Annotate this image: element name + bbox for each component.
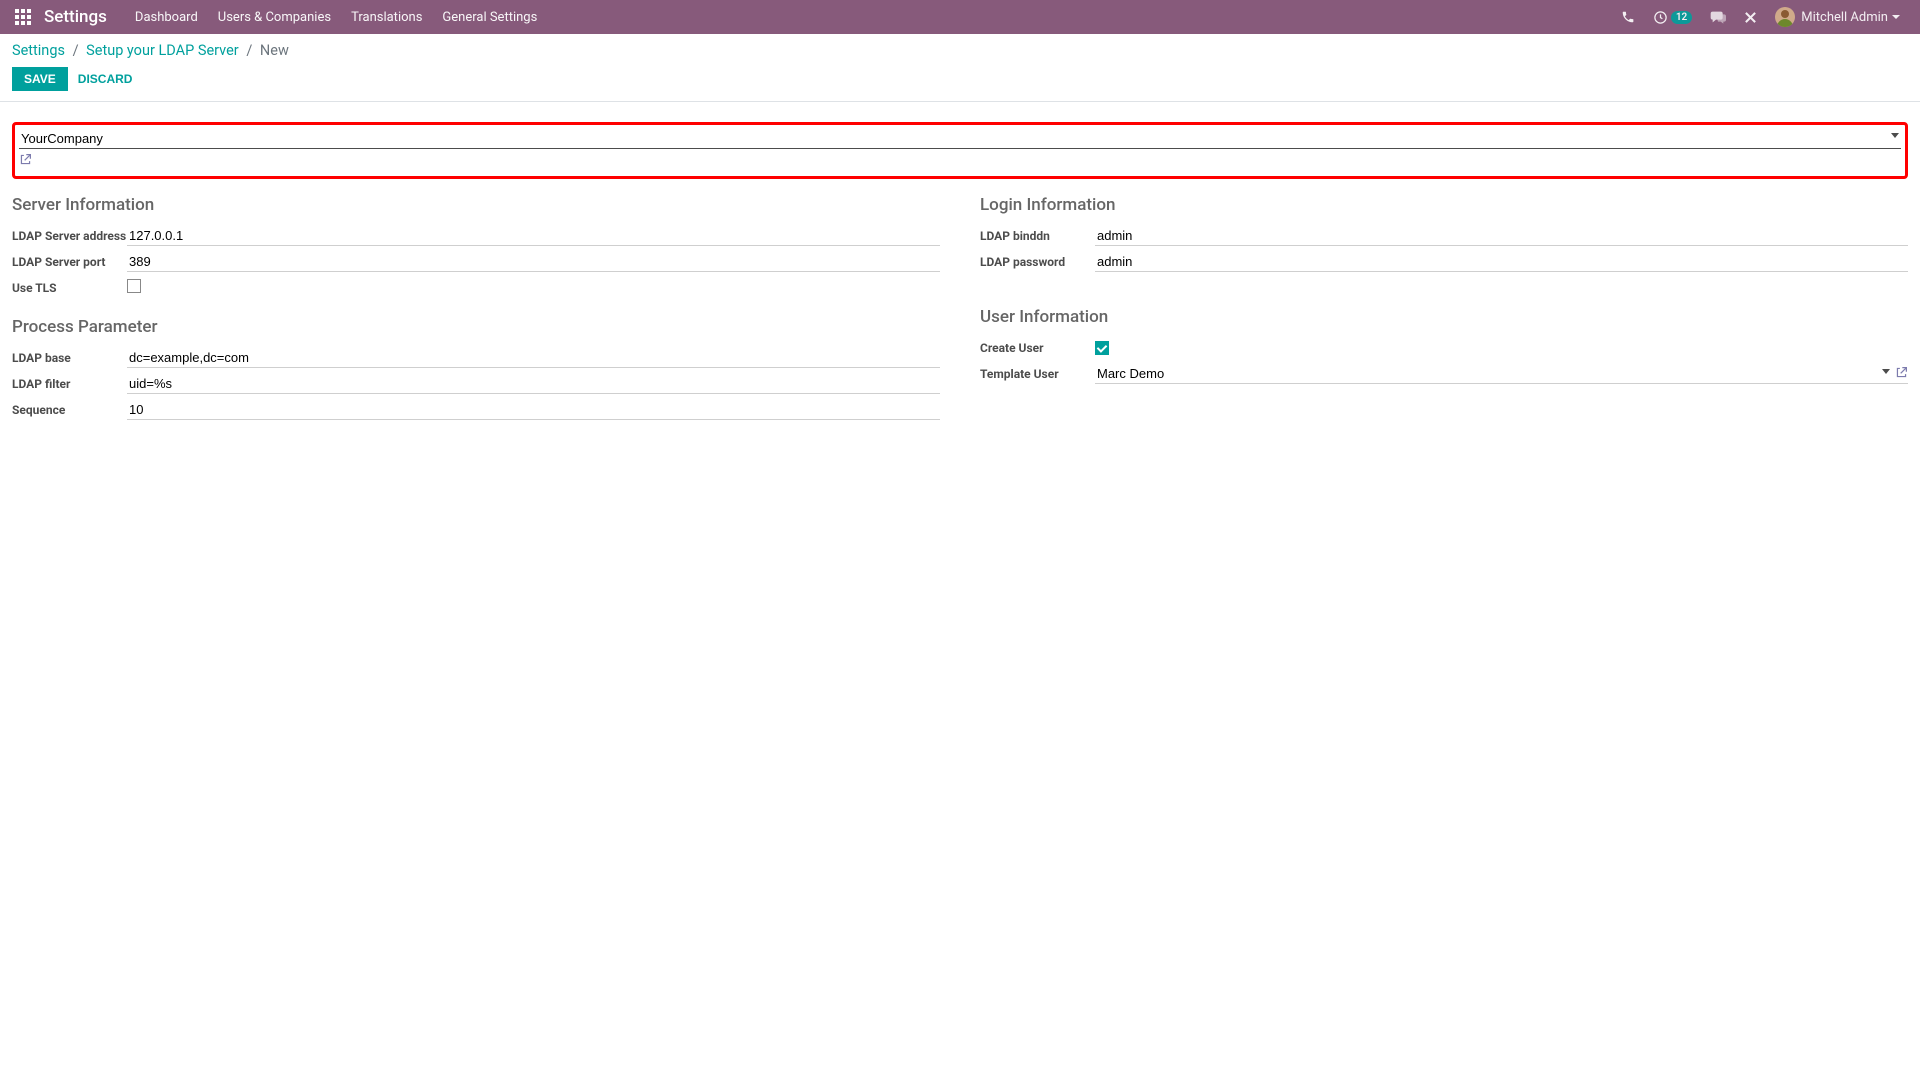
input-ldap-binddn[interactable]	[1095, 226, 1908, 246]
breadcrumb-settings[interactable]: Settings	[12, 42, 65, 59]
systray: 12 Mitchell Admin	[1613, 0, 1912, 34]
input-sequence[interactable]	[127, 400, 940, 420]
avatar	[1775, 7, 1795, 27]
topbar: Settings Dashboard Users & Companies Tra…	[0, 0, 1920, 34]
menu-users-companies[interactable]: Users & Companies	[208, 0, 341, 34]
external-link-icon[interactable]	[19, 153, 32, 166]
label-create-user: Create User	[980, 341, 1095, 355]
label-sequence: Sequence	[12, 403, 127, 417]
menu-dashboard[interactable]: Dashboard	[125, 0, 208, 34]
external-link-icon[interactable]	[1895, 366, 1908, 379]
label-use-tls: Use TLS	[12, 281, 127, 295]
save-button[interactable]: SAVE	[12, 67, 68, 91]
breadcrumb-current: New	[260, 42, 289, 59]
user-menu[interactable]: Mitchell Admin	[1767, 0, 1908, 34]
input-ldap-filter[interactable]	[127, 374, 940, 394]
input-ldap-password[interactable]	[1095, 252, 1908, 272]
menu-general-settings[interactable]: General Settings	[432, 0, 547, 34]
input-template-user[interactable]	[1095, 364, 1908, 384]
company-field[interactable]	[19, 129, 1901, 149]
app-title[interactable]: Settings	[38, 7, 125, 27]
input-ldap-server-port[interactable]	[127, 252, 940, 272]
group-login-information: Login Information LDAP binddn LDAP passw…	[980, 195, 1908, 273]
group-server-information: Server Information LDAP Server address L…	[12, 195, 940, 299]
chevron-down-icon[interactable]	[1882, 369, 1890, 374]
chevron-down-icon[interactable]	[1891, 133, 1899, 138]
form-sheet: Server Information LDAP Server address L…	[0, 102, 1920, 451]
section-title: User Information	[980, 307, 1908, 327]
control-panel: Settings / Setup your LDAP Server / New …	[0, 34, 1920, 102]
discard-button[interactable]: DISCARD	[78, 72, 133, 86]
activities-badge: 12	[1671, 11, 1692, 24]
section-title: Process Parameter	[12, 317, 940, 337]
label-ldap-password: LDAP password	[980, 255, 1095, 269]
close-icon[interactable]	[1736, 0, 1765, 34]
apps-menu-icon[interactable]	[8, 0, 38, 34]
checkbox-create-user[interactable]	[1095, 341, 1109, 355]
group-process-parameter: Process Parameter LDAP base LDAP filter …	[12, 317, 940, 421]
label-ldap-base: LDAP base	[12, 351, 127, 365]
input-ldap-base[interactable]	[127, 348, 940, 368]
chevron-down-icon	[1892, 15, 1900, 19]
voip-icon[interactable]	[1613, 0, 1643, 34]
highlight-company	[12, 122, 1908, 179]
label-ldap-server-port: LDAP Server port	[12, 255, 127, 269]
activities-icon[interactable]: 12	[1645, 0, 1700, 34]
label-template-user: Template User	[980, 367, 1095, 381]
user-name: Mitchell Admin	[1801, 10, 1888, 25]
section-title: Login Information	[980, 195, 1908, 215]
top-menu: Dashboard Users & Companies Translations…	[125, 0, 547, 34]
label-ldap-binddn: LDAP binddn	[980, 229, 1095, 243]
group-user-information: User Information Create User Template Us…	[980, 307, 1908, 385]
messages-icon[interactable]	[1702, 0, 1734, 34]
menu-translations[interactable]: Translations	[341, 0, 432, 34]
breadcrumb: Settings / Setup your LDAP Server / New	[12, 42, 1908, 59]
section-title: Server Information	[12, 195, 940, 215]
checkbox-use-tls[interactable]	[127, 279, 141, 293]
breadcrumb-ldap-list[interactable]: Setup your LDAP Server	[86, 42, 239, 59]
input-ldap-server-address[interactable]	[127, 226, 940, 246]
label-ldap-server-address: LDAP Server address	[12, 229, 127, 243]
label-ldap-filter: LDAP filter	[12, 377, 127, 391]
